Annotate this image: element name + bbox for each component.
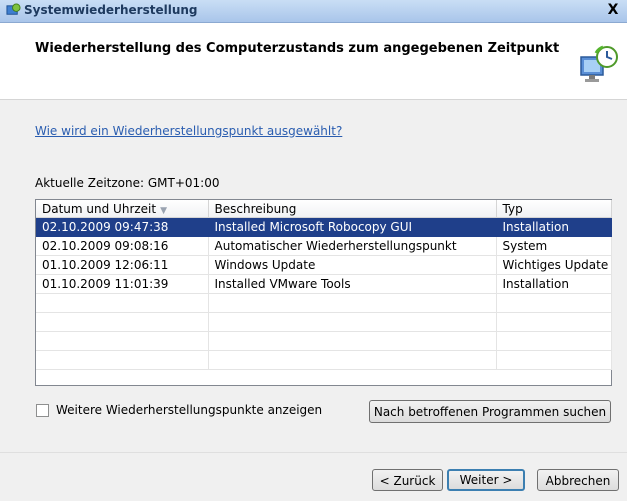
cell-date: 01.10.2009 12:06:11 [36, 255, 209, 275]
next-button[interactable]: Weiter > [447, 469, 525, 491]
table-row[interactable]: 01.10.2009 11:01:39 Installed VMware Too… [36, 274, 612, 294]
cell-date: 01.10.2009 11:01:39 [36, 274, 209, 294]
restore-points-table: Datum und Uhrzeit ▼ Beschreibung Typ 02.1… [35, 199, 612, 386]
sort-down-icon: ▼ [160, 205, 168, 216]
window-title: Systemwiederherstellung [24, 3, 198, 17]
footer-divider [0, 452, 627, 453]
close-button[interactable]: X [605, 2, 621, 18]
content-panel: Wie wird ein Wiederherstellungspunkt aus… [0, 100, 627, 440]
table-row[interactable]: 01.10.2009 12:06:11 Windows Update Wicht… [36, 255, 612, 275]
show-more-label: Weitere Wiederherstellungspunkte anzeige… [56, 403, 323, 417]
column-header-date[interactable]: Datum und Uhrzeit ▼ [36, 200, 209, 218]
cell-date: 02.10.2009 09:08:16 [36, 236, 209, 256]
system-restore-icon [6, 3, 21, 15]
header-panel: Wiederherstellung des Computerzustands z… [0, 23, 627, 100]
cell-description: Automatischer Wiederherstellungspunkt [208, 236, 497, 256]
cell-description: Installed Microsoft Robocopy GUI [208, 217, 497, 237]
scan-affected-programs-button[interactable]: Nach betroffenen Programmen suchen [369, 400, 611, 423]
cell-type: Wichtiges Update [496, 255, 612, 275]
help-link[interactable]: Wie wird ein Wiederherstellungspunkt aus… [35, 124, 342, 138]
empty-row [36, 331, 612, 351]
cell-type: System [496, 236, 612, 256]
cancel-button[interactable]: Abbrechen [537, 469, 619, 491]
empty-row [36, 312, 612, 332]
cell-description: Windows Update [208, 255, 497, 275]
table-row[interactable]: 02.10.2009 09:47:38 Installed Microsoft … [36, 217, 612, 237]
table-row[interactable]: 02.10.2009 09:08:16 Automatischer Wieder… [36, 236, 612, 256]
empty-row [36, 293, 612, 313]
back-button[interactable]: < Zurück [372, 469, 443, 491]
show-more-checkbox[interactable] [36, 403, 49, 417]
column-header-description[interactable]: Beschreibung [208, 200, 497, 218]
show-more-restore-points-option[interactable]: Weitere Wiederherstellungspunkte anzeige… [36, 403, 322, 417]
cell-description: Installed VMware Tools [208, 274, 497, 294]
column-header-type[interactable]: Typ [496, 200, 612, 218]
empty-row [36, 350, 612, 370]
column-header-label: Datum und Uhrzeit [42, 201, 157, 216]
cell-type: Installation [496, 274, 612, 294]
restore-computer-icon [580, 45, 618, 82]
cell-date: 02.10.2009 09:47:38 [36, 217, 209, 237]
cell-type: Installation [496, 217, 612, 237]
page-heading: Wiederherstellung des Computerzustands z… [35, 41, 560, 56]
timezone-label: Aktuelle Zeitzone: GMT+01:00 [35, 176, 220, 190]
title-bar: Systemwiederherstellung X [0, 0, 627, 23]
